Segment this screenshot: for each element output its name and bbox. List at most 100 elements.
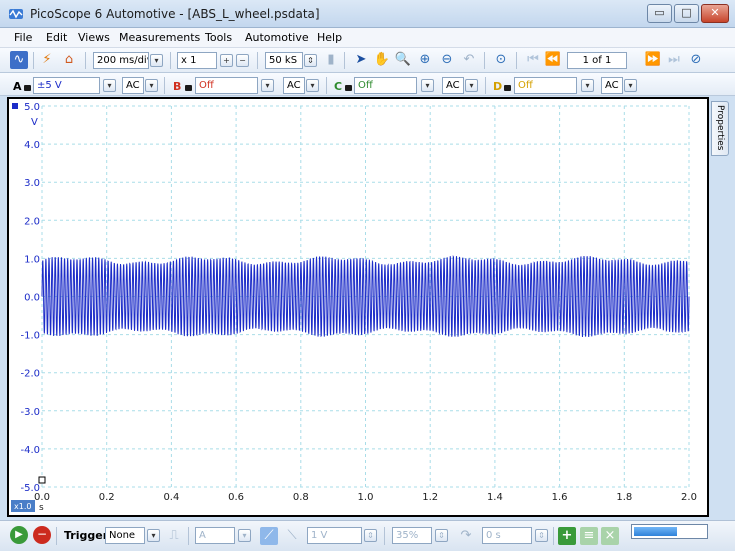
x-tick-label: 1.6 <box>552 492 568 503</box>
compass-icon[interactable]: ⊘ <box>687 51 705 69</box>
channel-d-range[interactable]: Off <box>514 77 577 94</box>
previous-page-icon[interactable]: ⏪ <box>544 51 562 69</box>
channel-b-coupling[interactable]: AC <box>283 77 305 94</box>
channel-a-range-dropdown-icon[interactable]: ▾ <box>103 79 116 92</box>
x-tick-label: 0.8 <box>293 492 309 503</box>
undo-zoom-icon[interactable]: ↶ <box>460 51 478 69</box>
page-indicator: 1 of 1 <box>567 52 627 69</box>
zoom-overview-icon[interactable]: ⊙ <box>492 51 510 69</box>
pre-trigger-spin-icon[interactable]: ⇕ <box>435 529 448 542</box>
edit-measurement-icon[interactable]: ≡ <box>580 527 598 545</box>
trigger-label: Trigger <box>64 529 109 542</box>
x-tick-label: 2.0 <box>681 492 697 503</box>
title-bar: PicoScope 6 Automotive - [ABS_L_wheel.ps… <box>0 0 735 28</box>
properties-tab[interactable]: Properties <box>711 101 729 156</box>
channel-a-coupling-dropdown-icon[interactable]: ▾ <box>145 79 158 92</box>
zoom-out-icon[interactable]: ⊖ <box>438 51 456 69</box>
y-tick-label: 5.0 <box>24 102 40 113</box>
y-tick-label: 2.0 <box>24 216 40 227</box>
y-tick-label: -3.0 <box>20 407 40 418</box>
trigger-edge-icon[interactable]: ⎍ <box>165 527 183 545</box>
probe-icon <box>185 85 192 91</box>
scope-plot[interactable]: 5.04.03.02.01.00.0-1.0-2.0-3.0-4.0-5.0 0… <box>9 99 707 515</box>
scope-view[interactable]: 5.0 4.0 3.0 2.0 1.0 0.0 -1.0 -2.0 -3.0 -4.0 -5.0 0… <box>7 97 709 517</box>
channel-d-coupling[interactable]: AC <box>601 77 623 94</box>
zoom-factor-field[interactable]: x 1 <box>177 52 217 69</box>
channel-b-range[interactable]: Off <box>195 77 258 94</box>
zoom-out-stepper-icon[interactable]: − <box>236 54 249 67</box>
channel-b-label: B <box>173 80 182 93</box>
minimize-button[interactable]: ▭ <box>647 4 672 23</box>
menu-help[interactable]: Help <box>317 31 342 44</box>
pre-trigger-field[interactable]: 35% <box>392 527 432 544</box>
hand-icon[interactable]: ✋ <box>373 51 391 69</box>
zoom-in-stepper-icon[interactable]: + <box>220 54 233 67</box>
menu-measurements[interactable]: Measurements <box>119 31 200 44</box>
timebase-dropdown-icon[interactable]: ▾ <box>150 54 163 67</box>
next-page-icon[interactable]: ⏩ <box>644 51 662 69</box>
delay-spin-icon[interactable]: ⇕ <box>535 529 548 542</box>
channel-c-coupling[interactable]: AC <box>442 77 464 94</box>
samples-field[interactable]: 50 kS <box>265 52 303 69</box>
menu-file[interactable]: File <box>14 31 32 44</box>
samples-spin-icon[interactable]: ⇕ <box>304 54 317 67</box>
falling-edge-icon[interactable]: ⟍ <box>283 527 301 545</box>
y-axis-unit: V <box>31 117 38 128</box>
channel-c-coupling-dropdown-icon[interactable]: ▾ <box>465 79 478 92</box>
zoom-in-icon[interactable]: ⊕ <box>416 51 434 69</box>
first-page-icon[interactable]: ⏮ <box>524 51 542 69</box>
timebase-field[interactable]: 200 ms/div <box>93 52 149 69</box>
trigger-source-field[interactable]: A <box>195 527 235 544</box>
add-measurement-icon[interactable]: + <box>558 527 576 545</box>
channel-a-coupling[interactable]: AC <box>122 77 144 94</box>
remove-measurement-icon[interactable]: × <box>601 527 619 545</box>
capture-progress-fill <box>634 527 677 536</box>
y-tick-label: -4.0 <box>20 445 40 456</box>
trigger-level-field[interactable]: 1 V <box>307 527 362 544</box>
rising-edge-icon[interactable]: ⟋ <box>260 527 278 545</box>
channel-c-range-dropdown-icon[interactable]: ▾ <box>421 79 434 92</box>
status-bar: ▶ − Trigger None ▾ ⎍ A ▾ ⟋ ⟍ 1 V ⇕ 35% ⇕… <box>0 520 735 551</box>
channel-a-range[interactable]: ±5 V <box>33 77 100 94</box>
last-page-icon[interactable]: ⏭ <box>665 51 683 69</box>
y-tick-label: 3.0 <box>24 178 40 189</box>
trigger-mode-field[interactable]: None <box>105 527 145 544</box>
bar-chart-icon: ▮ <box>327 52 335 67</box>
home-icon[interactable]: ⌂ <box>60 51 78 69</box>
capture-progress-bar <box>631 524 708 539</box>
x-zoom-badge-label: x1.0 <box>14 502 31 511</box>
channel-d-coupling-dropdown-icon[interactable]: ▾ <box>624 79 637 92</box>
auto-setup-icon[interactable]: ⚡ <box>38 51 56 69</box>
window-title: PicoScope 6 Automotive - [ABS_L_wheel.ps… <box>30 7 320 21</box>
channel-a-marker <box>12 103 18 109</box>
trigger-source-dropdown-icon[interactable]: ▾ <box>238 529 251 542</box>
trigger-mode-dropdown-icon[interactable]: ▾ <box>147 529 160 542</box>
probe-icon <box>345 85 352 91</box>
probe-icon <box>504 85 511 91</box>
start-capture-icon[interactable]: ▶ <box>10 526 28 544</box>
picoscope-app-icon <box>9 9 23 19</box>
close-button[interactable]: ✕ <box>701 4 729 23</box>
trigger-level-spin-icon[interactable]: ⇕ <box>364 529 377 542</box>
maximize-button[interactable]: □ <box>674 4 699 23</box>
pointer-icon[interactable]: ➤ <box>352 51 370 69</box>
channel-b-coupling-dropdown-icon[interactable]: ▾ <box>306 79 319 92</box>
channel-c-label: C <box>334 80 343 93</box>
channel-b-range-dropdown-icon[interactable]: ▾ <box>261 79 274 92</box>
delay-field[interactable]: 0 s <box>482 527 532 544</box>
x-axis-unit: s <box>39 503 44 513</box>
menu-edit[interactable]: Edit <box>46 31 67 44</box>
channel-c-range[interactable]: Off <box>354 77 417 94</box>
scope-mode-icon[interactable]: ∿ <box>10 51 28 69</box>
x-tick-label: 1.0 <box>358 492 374 503</box>
x-tick-label: 0.4 <box>163 492 179 503</box>
stop-capture-icon[interactable]: − <box>33 526 51 544</box>
menu-automotive[interactable]: Automotive <box>245 31 309 44</box>
channel-d-range-dropdown-icon[interactable]: ▾ <box>581 79 594 92</box>
trigger-origin-marker[interactable] <box>38 476 46 484</box>
delay-icon: ↷ <box>460 528 472 543</box>
menu-tools[interactable]: Tools <box>205 31 232 44</box>
main-toolbar: ∿ ⚡ ⌂ 200 ms/div ▾ x 1 + − 50 kS ⇕ ▮ ➤ ✋… <box>0 48 735 73</box>
zoom-select-icon[interactable]: 🔍 <box>394 51 412 69</box>
menu-views[interactable]: Views <box>78 31 110 44</box>
